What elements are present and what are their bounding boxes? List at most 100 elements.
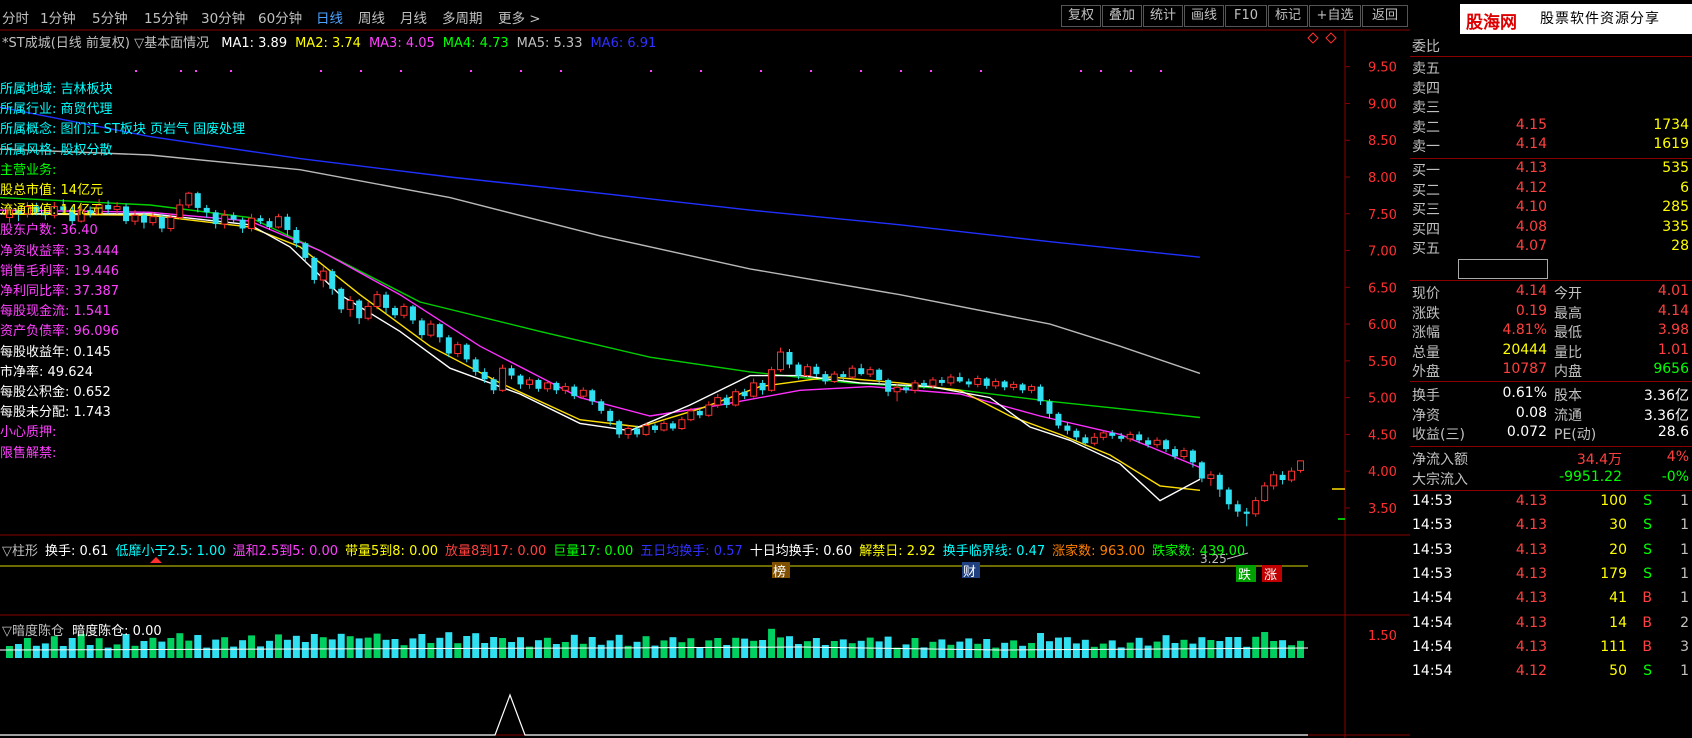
quote-label: 换手 — [1412, 388, 1440, 404]
volume-bar — [1054, 637, 1062, 658]
volume-indicator-item: 巨量17: 0.00 — [553, 544, 634, 559]
volume-bar — [552, 644, 560, 658]
candle-body-down — [652, 425, 658, 430]
tick-count: 1 — [1680, 493, 1689, 509]
indicator-line — [0, 693, 1308, 736]
volume-bar — [95, 638, 103, 658]
fundamental-value: 商贸代理 — [56, 102, 113, 118]
axis-tick-label: 9.00 — [1368, 97, 1397, 112]
candle-body-down — [293, 229, 300, 244]
volume-bar — [588, 637, 596, 658]
candle-body-down — [203, 207, 210, 213]
candle-body-up — [624, 428, 632, 435]
volume-bar — [1270, 641, 1278, 658]
candle-body-down — [920, 382, 927, 386]
signal-dot — [560, 70, 562, 72]
volume-bar — [633, 641, 641, 658]
candle-body-up — [642, 425, 650, 435]
stock-title[interactable]: *ST成城(日线 前复权) ▽基本面情况 — [2, 36, 209, 51]
ma-line-ma2 — [0, 213, 1201, 491]
axis-tick-label: 3.50 — [1368, 502, 1397, 517]
flow-value: -9951.22 — [1559, 468, 1622, 485]
candle-body-down — [535, 379, 542, 389]
volume-bar — [1198, 637, 1206, 658]
fundamental-value: 吉林板块 — [56, 82, 113, 97]
candle-body-up — [400, 305, 408, 316]
tick-count: 2 — [1680, 614, 1689, 631]
volume-bar — [508, 642, 516, 658]
volume-bar — [167, 638, 175, 658]
candle-body-up — [893, 386, 901, 393]
volume-bar — [445, 632, 453, 658]
volume-bar — [1279, 640, 1287, 658]
candle-body-up — [274, 216, 282, 228]
candle-body-down — [311, 257, 318, 280]
ma-legend-item: MA5: 5.33 — [517, 36, 583, 51]
buy-level-volume: 535 — [1662, 160, 1689, 176]
volume-bars — [0, 628, 1309, 736]
candle-body-up — [705, 404, 713, 416]
fundamental-value: 图们江 ST板块 页岩气 固废处理 — [56, 122, 246, 138]
fundamental-label: 小心质押: — [0, 425, 57, 441]
sell-level-label: 卖一 — [1412, 139, 1440, 156]
ma-line-ma1 — [0, 213, 1201, 502]
candle-body-down — [105, 204, 112, 210]
volume-bar — [1252, 636, 1260, 658]
tick-time: 14:54 — [1412, 663, 1453, 680]
volume-bar — [230, 646, 238, 658]
volume-bar — [857, 640, 865, 658]
buy-level-volume: 285 — [1662, 199, 1689, 216]
candle-body-up — [803, 366, 811, 377]
signal-dot — [135, 70, 137, 72]
ma-legend-item: MA3: 4.05 — [369, 36, 435, 51]
indicator-title[interactable]: ▽暗度陈仓 — [2, 624, 64, 639]
buy-level-price: 4.10 — [1515, 199, 1547, 216]
volume-bar — [794, 644, 802, 658]
volume-bar — [750, 640, 758, 658]
candle-body-up — [149, 216, 157, 224]
panel-divider — [1410, 280, 1692, 281]
flow-value: 34.4万 — [1576, 452, 1622, 468]
volume-bar — [1090, 646, 1098, 658]
tick-volume: 100 — [1600, 493, 1627, 509]
quote-label: 涨幅 — [1412, 325, 1440, 342]
volume-bar — [1063, 637, 1071, 658]
axis-tick-label: 4.00 — [1368, 465, 1397, 480]
volume-indicator-item: 低靡小于2.5: 1.00 — [115, 544, 226, 559]
fundamental-row: 每股公积金: 0.652 — [0, 381, 111, 400]
tick-volume: 30 — [1609, 517, 1627, 534]
fundamental-label: 市净率: — [0, 364, 44, 380]
volume-bar — [1171, 643, 1179, 658]
volume-bar — [41, 643, 49, 658]
volume-indicator-title[interactable]: ▽柱形 — [2, 544, 38, 559]
sell-level-label: 卖三 — [1412, 100, 1440, 117]
candle-body-down — [840, 374, 847, 378]
buy-level-label: 买五 — [1412, 241, 1440, 258]
candle-body-down — [1082, 437, 1089, 444]
volume-bar — [606, 640, 614, 658]
quote-value: 9656 — [1653, 361, 1689, 378]
volume-bar — [1288, 645, 1296, 658]
fundamental-label: 主营业务: — [0, 162, 57, 178]
candle-body-down — [607, 410, 614, 422]
volume-bar — [741, 638, 749, 658]
volume-bar — [848, 643, 856, 658]
volume-bar — [875, 641, 883, 658]
volume-bar — [902, 644, 910, 658]
quote-value: 4.81% — [1502, 322, 1547, 339]
volume-bar — [14, 644, 22, 658]
fundamental-label: 所属风格: — [0, 142, 57, 158]
volume-bar — [59, 646, 67, 658]
candle-body-down — [1163, 440, 1170, 450]
volume-axis-tick-label: 1.50 — [1368, 629, 1397, 644]
tick-time: 14:54 — [1412, 614, 1453, 631]
tick-price: 4.13 — [1515, 493, 1547, 509]
brand-slogan: 股票软件资源分享 — [1540, 11, 1660, 27]
volume-bar — [1028, 643, 1036, 658]
tick-time: 14:53 — [1412, 493, 1453, 509]
candle-body-down — [1109, 432, 1116, 436]
axis-tick-label: 5.50 — [1368, 355, 1397, 370]
volume-bar — [427, 643, 435, 658]
candle-body-up — [1028, 386, 1036, 391]
volume-bar — [436, 637, 444, 658]
